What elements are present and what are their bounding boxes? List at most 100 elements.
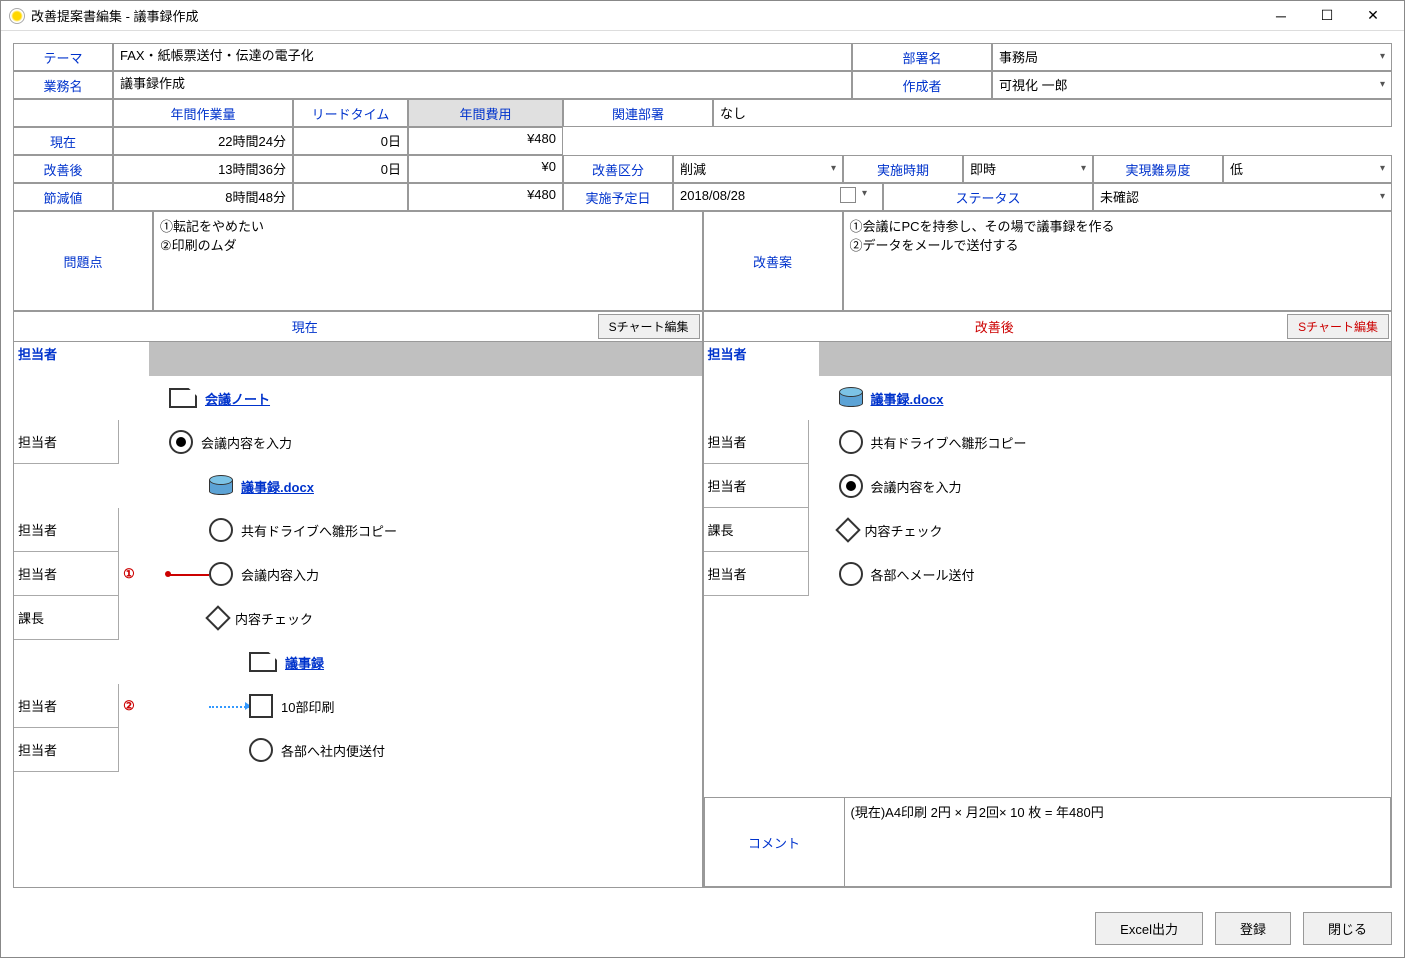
comment-value[interactable]: (現在)A4印刷 2円 × 月2回× 10 枚 = 年480円	[845, 798, 1391, 886]
nanido-label: 実現難易度	[1093, 155, 1223, 183]
role-cell: 担当者	[14, 420, 119, 464]
related-value[interactable]: なし	[713, 99, 1392, 127]
flow-item[interactable]: 共有ドライブへ雛形コピー	[839, 420, 1392, 464]
col-cost: 年間費用	[408, 99, 563, 127]
task-label: 業務名	[13, 71, 113, 99]
role-cell: 担当者	[704, 552, 809, 596]
badge-cell	[119, 640, 139, 684]
kubun-value[interactable]: 削減▾	[673, 155, 843, 183]
role-cell: 担当者	[14, 508, 119, 552]
chart-current-title: 現在	[14, 313, 596, 340]
flow-label: 共有ドライブへ雛形コピー	[241, 521, 397, 540]
dept-label: 部署名	[852, 43, 992, 71]
saving-cost: ¥480	[408, 183, 563, 211]
chevron-down-icon: ▾	[1081, 163, 1086, 174]
save-button[interactable]: 登録	[1215, 912, 1291, 945]
titlebar: 改善提案書編集 - 議事録作成 ─ ☐ ✕	[1, 1, 1404, 31]
flow-label: 10部印刷	[281, 697, 334, 716]
close-button[interactable]: 閉じる	[1303, 912, 1392, 945]
author-label: 作成者	[852, 71, 992, 99]
flow-item[interactable]: 会議内容を入力	[839, 464, 1392, 508]
badge-cell: ②	[119, 684, 139, 728]
chart-after-title: 改善後	[704, 313, 1286, 340]
flow-item[interactable]: 会議内容を入力	[169, 420, 702, 464]
flow-label: 会議内容入力	[241, 565, 319, 584]
flow-item[interactable]: 議事録.docx	[209, 464, 702, 508]
theme-value[interactable]	[113, 43, 852, 71]
app-icon	[9, 8, 25, 24]
role-cell	[14, 640, 119, 684]
process-icon	[839, 430, 863, 454]
plan-value[interactable]: ①会議にPCを持参し、その場で議事録を作る ②データをメールで送付する	[843, 211, 1393, 311]
status-label: ステータス	[883, 183, 1093, 211]
process-icon	[249, 738, 273, 762]
document-icon	[249, 652, 277, 672]
kubun-label: 改善区分	[563, 155, 673, 183]
after-leadtime: 0日	[293, 155, 408, 183]
process-filled-icon	[839, 474, 863, 498]
flow-item[interactable]: 各部へメール送付	[839, 552, 1392, 596]
task-input[interactable]	[120, 75, 845, 90]
calendar-icon[interactable]	[840, 187, 856, 203]
problem-value[interactable]: ①転記をやめたい ②印刷のムダ	[153, 211, 703, 311]
current-leadtime: 0日	[293, 127, 408, 155]
step-icon	[249, 694, 273, 718]
flow-label[interactable]: 会議ノート	[205, 389, 270, 408]
process-filled-icon	[169, 430, 193, 454]
role-cell: 担当者	[704, 420, 809, 464]
badge-icon: ①	[123, 566, 135, 582]
chevron-down-icon: ▾	[831, 163, 836, 174]
current-workload: 22時間24分	[113, 127, 293, 155]
theme-label: テーマ	[13, 43, 113, 71]
yoteibi-value[interactable]: 2018/08/28	[673, 183, 883, 211]
flow-item[interactable]: 会議ノート	[169, 376, 702, 420]
role-header-after: 担当者	[704, 342, 809, 376]
process-icon	[209, 518, 233, 542]
flow-label: 内容チェック	[865, 521, 943, 540]
flow-item[interactable]: 議事録.docx	[839, 376, 1392, 420]
chevron-down-icon: ▾	[1380, 163, 1385, 174]
excel-button[interactable]: Excel出力	[1095, 912, 1203, 945]
chart-after-edit-button[interactable]: Sチャート編集	[1287, 314, 1389, 339]
decision-icon	[835, 517, 860, 542]
dept-selected: 事務局	[999, 47, 1038, 66]
swimlane-band	[149, 342, 702, 376]
flow-label[interactable]: 議事録.docx	[241, 477, 314, 496]
role-cell	[14, 376, 119, 420]
author-value[interactable]: 可視化 一郎▾	[992, 71, 1392, 99]
chart-after-panel: 改善後 Sチャート編集 担当者 担当者担当者課長担当者 議事録.docx共有ドラ…	[703, 311, 1393, 888]
flow-item[interactable]: 共有ドライブへ雛形コピー	[209, 508, 702, 552]
row-saving: 節減値	[13, 183, 113, 211]
plan-label: 改善案	[703, 211, 843, 311]
minimize-button[interactable]: ─	[1258, 1, 1304, 31]
task-value[interactable]	[113, 71, 852, 99]
flow-item[interactable]: 10部印刷	[249, 684, 702, 728]
flow-item[interactable]: 各部へ社内便送付	[249, 728, 702, 772]
close-button[interactable]: ✕	[1350, 1, 1396, 31]
role-cell: 担当者	[14, 684, 119, 728]
jiki-value[interactable]: 即時▾	[963, 155, 1093, 183]
badge-cell	[119, 596, 139, 640]
chart-current-edit-button[interactable]: Sチャート編集	[598, 314, 700, 339]
flow-label[interactable]: 議事録	[285, 653, 324, 672]
comment-label: コメント	[705, 798, 845, 886]
status-value[interactable]: 未確認▾	[1093, 183, 1392, 211]
badge-cell: ①	[119, 552, 139, 596]
role-cell: 担当者	[14, 552, 119, 596]
flow-label[interactable]: 議事録.docx	[871, 389, 944, 408]
col-leadtime: リードタイム	[293, 99, 408, 127]
flow-item[interactable]: 内容チェック	[839, 508, 1392, 552]
flow-item[interactable]: 内容チェック	[209, 596, 702, 640]
after-workload: 13時間36分	[113, 155, 293, 183]
dept-value[interactable]: 事務局▾	[992, 43, 1392, 71]
author-selected: 可視化 一郎	[999, 75, 1068, 94]
nanido-value[interactable]: 低▾	[1223, 155, 1392, 183]
maximize-button[interactable]: ☐	[1304, 1, 1350, 31]
flow-item[interactable]: 議事録	[249, 640, 702, 684]
role-cell: 課長	[14, 596, 119, 640]
swimlane-band	[819, 342, 1392, 376]
role-cell	[14, 464, 119, 508]
theme-input[interactable]	[120, 47, 845, 62]
flow-item[interactable]: 会議内容入力	[209, 552, 702, 596]
blank-cell	[13, 99, 113, 127]
